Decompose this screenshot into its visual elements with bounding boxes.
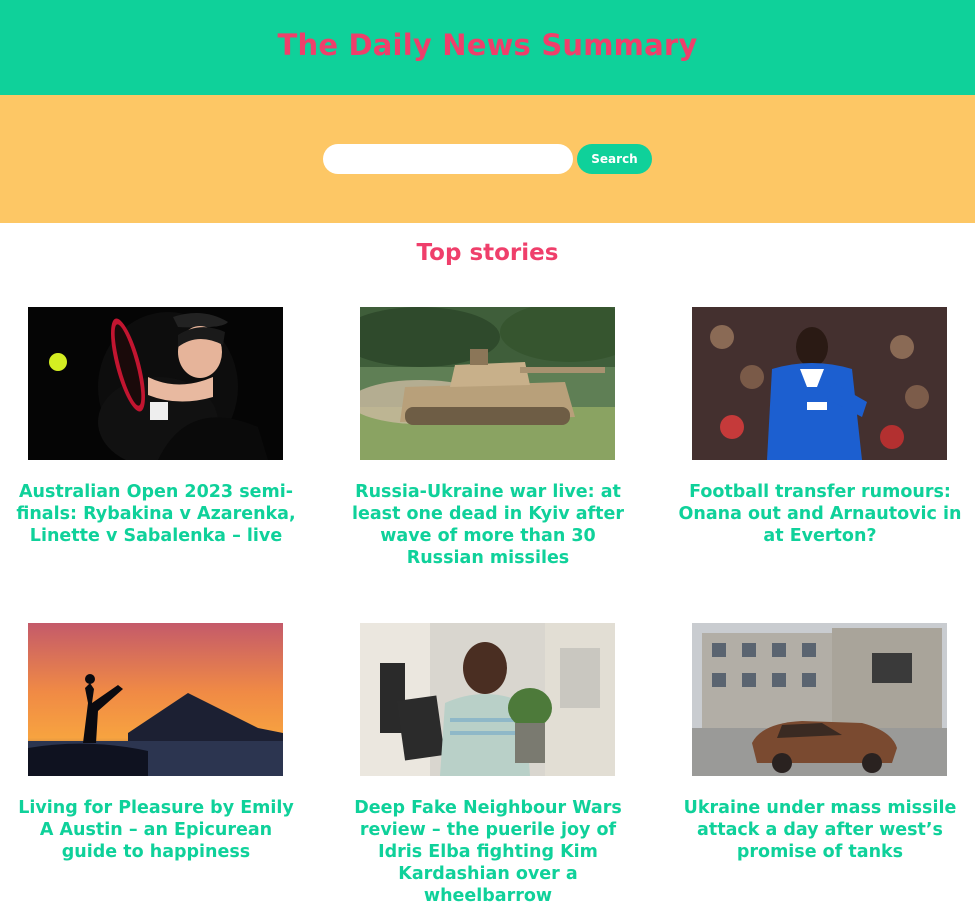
search-input[interactable] <box>323 144 573 174</box>
tank-photo[interactable] <box>360 307 615 460</box>
yoga-sunset-photo[interactable] <box>28 623 283 776</box>
story-headline[interactable]: Ukraine under mass missile attack a day … <box>675 797 965 863</box>
site-header: The Daily News Summary <box>0 0 975 95</box>
search-button[interactable]: Search <box>577 144 652 174</box>
man-with-plant-photo[interactable] <box>360 623 615 776</box>
story-headline[interactable]: Deep Fake Neighbour Wars review – the pu… <box>343 797 633 907</box>
tennis-player-photo[interactable] <box>28 307 283 460</box>
story-headline[interactable]: Football transfer rumours: Onana out and… <box>675 481 965 547</box>
site-title: The Daily News Summary <box>277 28 698 62</box>
footballer-photo[interactable] <box>692 307 947 460</box>
burnt-car-photo[interactable] <box>692 623 947 776</box>
section-title: Top stories <box>416 240 559 266</box>
story-headline[interactable]: Living for Pleasure by Emily A Austin – … <box>11 797 301 863</box>
story-headline[interactable]: Russia-Ukraine war live: at least one de… <box>343 481 633 569</box>
story-headline[interactable]: Australian Open 2023 semi-finals: Rybaki… <box>11 481 301 547</box>
